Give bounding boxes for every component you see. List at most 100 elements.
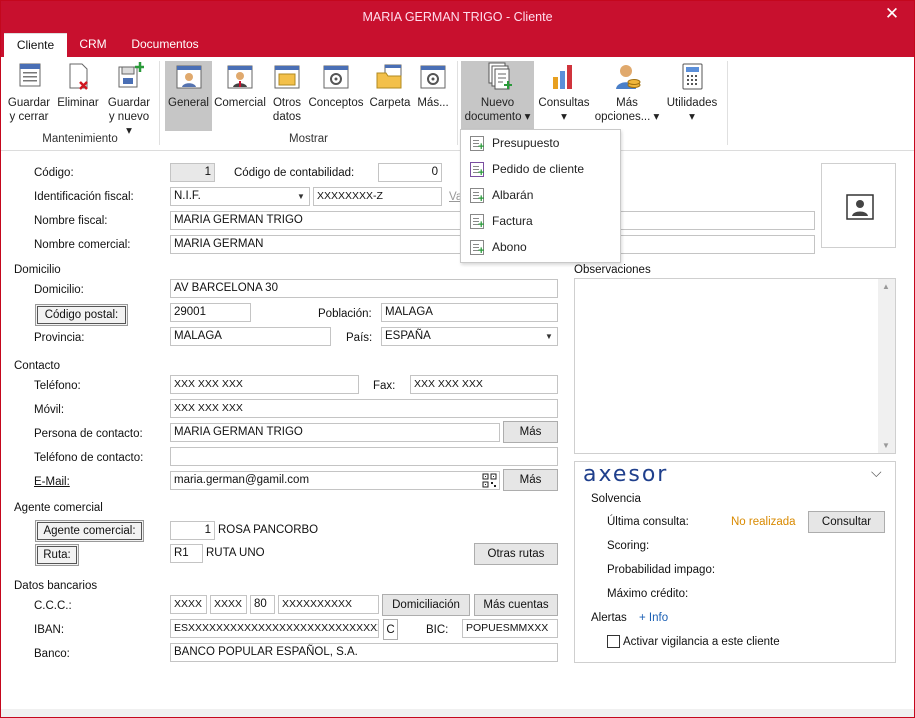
- domiciliacion-button[interactable]: Domiciliación: [382, 594, 470, 616]
- general-button[interactable]: General: [165, 61, 212, 131]
- tab-cliente[interactable]: Cliente: [4, 33, 67, 57]
- vigilancia-checkbox[interactable]: [607, 635, 620, 648]
- mas-persona-button[interactable]: Más: [503, 421, 558, 443]
- client-window: MARIA GERMAN TRIGO - Cliente ✕ Cliente C…: [0, 0, 915, 718]
- tab-crm[interactable]: CRM: [73, 33, 113, 57]
- photo-frame[interactable]: [821, 163, 896, 248]
- new-document-icon: [488, 62, 512, 90]
- telefono-label: Teléfono:: [34, 380, 81, 392]
- email-field[interactable]: maria.german@gamil.com: [170, 471, 500, 490]
- mas-email-button[interactable]: Más: [503, 469, 558, 491]
- chart-icon: [553, 65, 572, 89]
- ribbon-separator: [159, 61, 160, 145]
- persona-contacto-field[interactable]: MARIA GERMAN TRIGO: [170, 423, 500, 442]
- menu-item-pedido[interactable]: + Pedido de cliente: [461, 157, 620, 181]
- otros-datos-button[interactable]: Otros datos: [269, 61, 305, 124]
- iban-copy-button[interactable]: C: [383, 619, 398, 640]
- utilidades-button[interactable]: Utilidades ▾: [664, 61, 720, 124]
- ruta-code-field[interactable]: R1: [170, 544, 203, 563]
- agente-comercial-button[interactable]: Agente comercial:: [35, 520, 144, 542]
- telefono-contacto-field[interactable]: [170, 447, 558, 466]
- nuevo-documento-label-2: documento ▾: [464, 111, 531, 123]
- menu-item-albaran[interactable]: + Albarán: [461, 183, 620, 207]
- ribbon: Guardar y cerrar Eliminar Guardar y nuev…: [1, 57, 914, 151]
- iban-label: IBAN:: [34, 624, 65, 636]
- mas-label: Más...: [417, 97, 449, 109]
- telefono-field[interactable]: XXX XXX XXX: [170, 375, 359, 394]
- pais-select[interactable]: ESPAÑA ▼: [381, 327, 558, 346]
- nif-field[interactable]: XXXXXXXX-Z: [313, 187, 442, 206]
- consultas-button[interactable]: Consultas ▾: [536, 61, 592, 124]
- scroll-up-icon[interactable]: ▲: [882, 282, 890, 291]
- codigo-postal-button[interactable]: Código postal:: [35, 304, 128, 326]
- tab-documentos[interactable]: Documentos: [123, 33, 207, 57]
- ccc-entidad-field[interactable]: XXXX: [170, 595, 207, 614]
- window-title: MARIA GERMAN TRIGO - Cliente: [362, 10, 553, 24]
- otras-rutas-button[interactable]: Otras rutas: [474, 543, 558, 565]
- mas-opciones-button[interactable]: Más opciones... ▾: [593, 61, 661, 124]
- provincia-field[interactable]: MALAGA: [170, 327, 331, 346]
- mas-button[interactable]: Más...: [414, 61, 452, 110]
- delete-button[interactable]: Eliminar: [55, 61, 101, 110]
- menu-item-label: Abono: [492, 240, 527, 254]
- close-icon[interactable]: ✕: [882, 1, 902, 29]
- utilidades-label: Utilidades: [666, 97, 718, 109]
- conceptos-icon: [323, 65, 349, 89]
- ccc-oficina-field[interactable]: XXXX: [210, 595, 247, 614]
- agente-nombre: ROSA PANCORBO: [218, 524, 319, 536]
- menu-item-factura[interactable]: + Factura: [461, 209, 620, 233]
- save-new-button[interactable]: Guardar y nuevo ▾: [105, 61, 153, 138]
- mas-opciones-label-2: opciones... ▾: [594, 111, 660, 123]
- poblacion-field[interactable]: MALAGA: [381, 303, 558, 322]
- codigo-contabilidad-field[interactable]: 0: [378, 163, 442, 182]
- menu-item-label: Factura: [492, 214, 533, 228]
- fax-field[interactable]: XXX XXX XXX: [410, 375, 558, 394]
- codigo-postal-field[interactable]: 29001: [170, 303, 251, 322]
- codigo-contabilidad-label: Código de contabilidad:: [234, 167, 355, 179]
- chevron-down-icon[interactable]: ▼: [541, 328, 557, 345]
- collapse-chevron-icon[interactable]: ⌵: [871, 464, 882, 481]
- conceptos-label: Conceptos: [308, 97, 364, 109]
- mas-cuentas-button[interactable]: Más cuentas: [474, 594, 558, 616]
- scroll-down-icon[interactable]: ▼: [882, 441, 890, 450]
- iban-field[interactable]: ESXXXXXXXXXXXXXXXXXXXXXXXXXXXXXXXXXXX: [170, 619, 379, 638]
- observaciones-scrollbar[interactable]: ▲ ▼: [878, 279, 895, 453]
- chevron-down-icon[interactable]: ▼: [293, 188, 309, 205]
- provincia-label: Provincia:: [34, 332, 85, 344]
- save-close-label-2: y cerrar: [9, 111, 49, 123]
- ccc-cuenta-field[interactable]: XXXXXXXXXX: [278, 595, 379, 614]
- consultar-button[interactable]: Consultar: [808, 511, 885, 533]
- movil-field[interactable]: XXX XXX XXX: [170, 399, 558, 418]
- ccc-dc-field[interactable]: 80: [250, 595, 275, 614]
- scoring-label: Scoring:: [607, 540, 650, 552]
- delete-icon: [69, 63, 88, 90]
- save-new-icon: [118, 62, 144, 88]
- plus-icon: +: [478, 167, 485, 179]
- save-close-button[interactable]: Guardar y cerrar: [6, 61, 52, 124]
- email-label[interactable]: E-Mail:: [34, 476, 70, 488]
- menu-item-abono[interactable]: + Abono: [461, 235, 620, 259]
- contacto-section: Contacto: [14, 360, 61, 372]
- domicilio-field[interactable]: AV BARCELONA 30: [170, 279, 558, 298]
- agente-num-field[interactable]: 1: [170, 521, 215, 540]
- tipo-identificacion-select[interactable]: N.I.F. ▼: [170, 187, 310, 206]
- nuevo-documento-button[interactable]: Nuevo documento ▾: [461, 61, 534, 133]
- ruta-nombre: RUTA UNO: [206, 547, 265, 559]
- observaciones-textarea[interactable]: ▲ ▼: [574, 278, 896, 454]
- menu-item-presupuesto[interactable]: + Presupuesto: [461, 131, 620, 155]
- bic-field[interactable]: POPUESMMXXX: [462, 619, 558, 638]
- plus-icon: +: [478, 141, 485, 153]
- comercial-button[interactable]: Comercial: [214, 61, 266, 110]
- carpeta-button[interactable]: Carpeta: [367, 61, 413, 110]
- banco-field[interactable]: BANCO POPULAR ESPAÑOL, S.A.: [170, 643, 558, 662]
- folder-icon: [376, 64, 402, 89]
- info-link[interactable]: + Info: [639, 612, 668, 624]
- codigo-field[interactable]: 1: [170, 163, 215, 182]
- nuevo-documento-menu: + Presupuesto + Pedido de cliente + Albarán…: [460, 129, 621, 263]
- user-coins-icon: [616, 65, 641, 89]
- qr-code-icon[interactable]: [482, 473, 497, 488]
- conceptos-button[interactable]: Conceptos: [307, 61, 365, 110]
- ruta-button[interactable]: Ruta:: [35, 544, 79, 566]
- solvencia-label: Solvencia: [591, 493, 641, 505]
- poblacion-label: Población:: [318, 308, 372, 320]
